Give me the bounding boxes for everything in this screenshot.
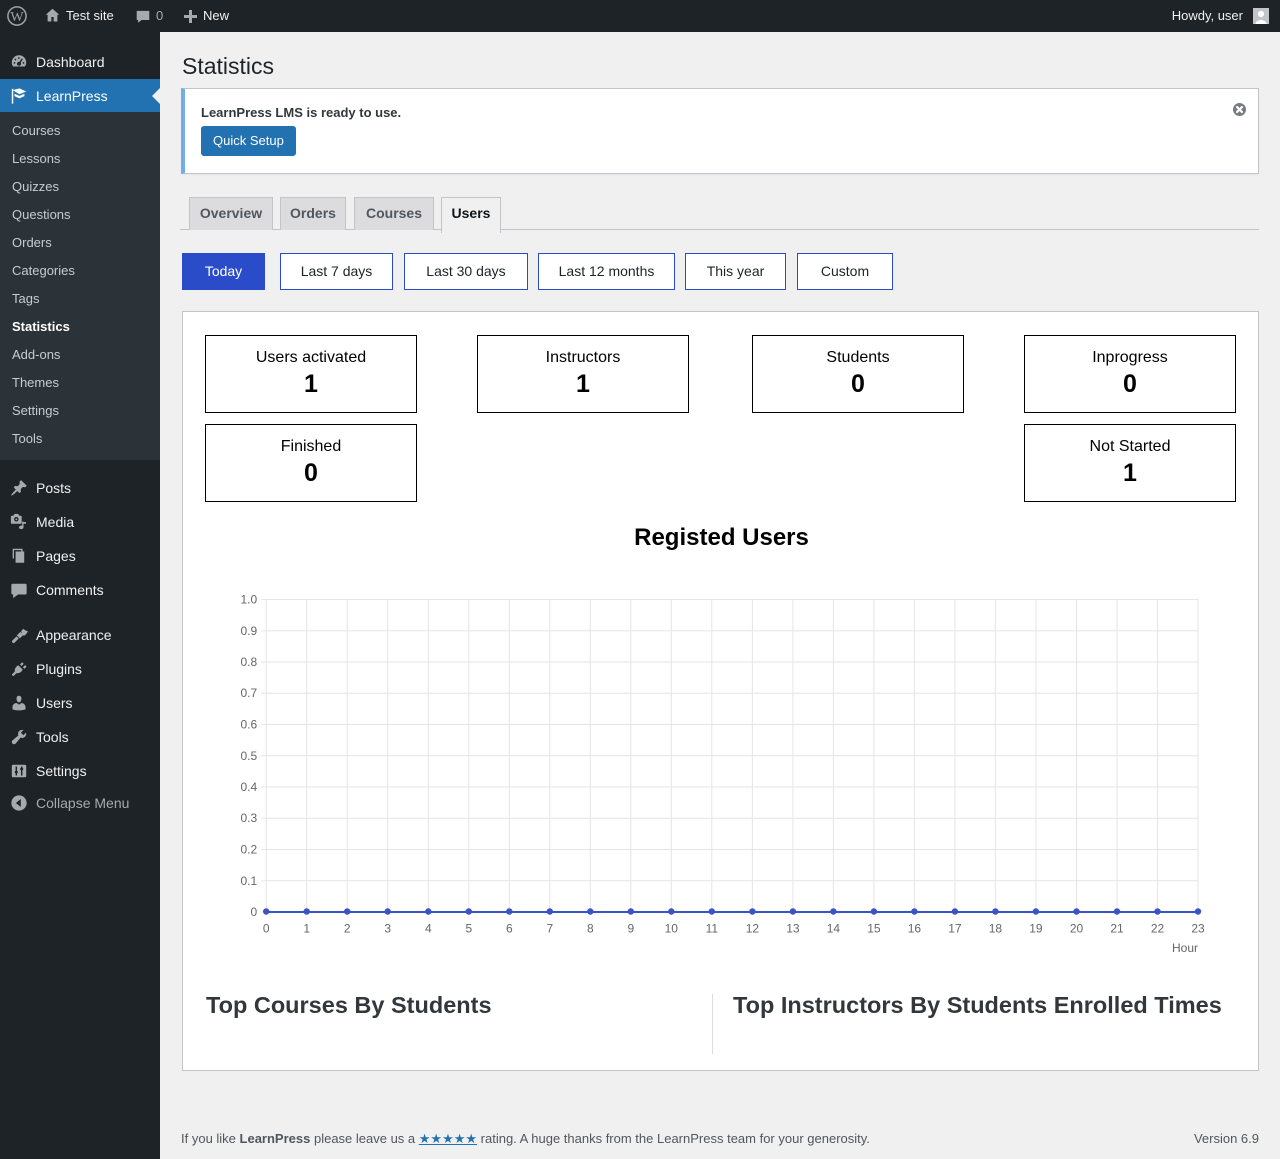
svg-text:9: 9 (627, 922, 634, 936)
svg-text:0.9: 0.9 (241, 624, 258, 638)
svg-text:5: 5 (465, 922, 472, 936)
svg-text:2: 2 (344, 922, 351, 936)
svg-text:23: 23 (1191, 922, 1205, 936)
svg-text:6: 6 (506, 922, 513, 936)
svg-text:0.8: 0.8 (241, 655, 258, 669)
svg-text:0: 0 (251, 905, 258, 919)
svg-text:0: 0 (263, 922, 270, 936)
svg-text:3: 3 (384, 922, 391, 936)
svg-text:15: 15 (867, 922, 881, 936)
svg-text:16: 16 (908, 922, 922, 936)
svg-text:22: 22 (1151, 922, 1165, 936)
svg-text:0.7: 0.7 (241, 686, 258, 700)
svg-text:0.2: 0.2 (241, 843, 258, 857)
svg-text:0.3: 0.3 (241, 811, 258, 825)
svg-text:1: 1 (303, 922, 310, 936)
svg-text:Hour: Hour (1172, 941, 1198, 955)
svg-text:12: 12 (746, 922, 760, 936)
svg-text:17: 17 (948, 922, 962, 936)
svg-text:11: 11 (706, 922, 719, 936)
svg-text:13: 13 (786, 922, 800, 936)
svg-text:0.6: 0.6 (241, 718, 258, 732)
svg-text:7: 7 (546, 922, 553, 936)
svg-text:8: 8 (587, 922, 594, 936)
svg-text:14: 14 (827, 922, 841, 936)
svg-text:20: 20 (1070, 922, 1084, 936)
svg-text:W: W (10, 10, 24, 25)
svg-text:0.4: 0.4 (241, 780, 258, 794)
svg-text:19: 19 (1029, 922, 1043, 936)
svg-text:0.5: 0.5 (241, 749, 258, 763)
svg-text:4: 4 (425, 922, 432, 936)
svg-text:21: 21 (1110, 922, 1124, 936)
svg-text:18: 18 (989, 922, 1003, 936)
svg-text:1.0: 1.0 (241, 593, 258, 607)
svg-text:10: 10 (665, 922, 679, 936)
svg-text:0.1: 0.1 (241, 874, 258, 888)
